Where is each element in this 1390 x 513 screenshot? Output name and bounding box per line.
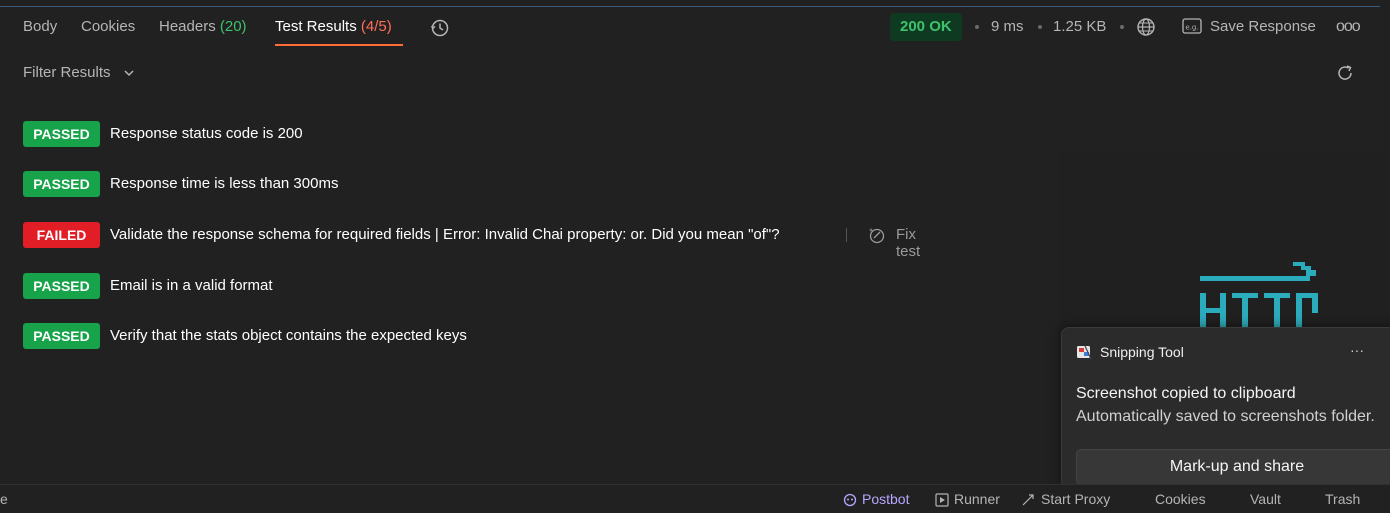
status-passed-badge: PASSED xyxy=(23,171,100,197)
more-options-icon[interactable]: ooo xyxy=(1336,18,1361,36)
example-icon[interactable]: e.g. xyxy=(1182,18,1202,34)
vault-button[interactable]: Vault xyxy=(1250,491,1281,507)
proxy-icon[interactable] xyxy=(1021,493,1035,507)
notification-app-name: Snipping Tool xyxy=(1100,344,1184,360)
active-tab-indicator xyxy=(275,44,403,46)
http-logo-icon xyxy=(1200,262,1318,328)
svg-text:e.g.: e.g. xyxy=(1185,24,1198,32)
test-name: Response time is less than 300ms xyxy=(110,175,339,192)
status-bar-left-text: e xyxy=(0,491,8,507)
status-passed-badge: PASSED xyxy=(23,323,100,349)
filter-results-dropdown[interactable]: Filter Results xyxy=(23,64,111,81)
notification-body: Automatically saved to screenshots folde… xyxy=(1076,408,1375,425)
test-name: Validate the response schema for require… xyxy=(110,226,780,243)
tab-test-results-label: Test Results xyxy=(275,18,357,35)
tab-test-results-count: (4/5) xyxy=(360,18,392,35)
test-name: Email is in a valid format xyxy=(110,277,273,294)
top-divider xyxy=(0,6,1380,7)
status-passed-badge: PASSED xyxy=(23,273,100,299)
trash-button[interactable]: Trash xyxy=(1325,491,1360,507)
tab-cookies[interactable]: Cookies xyxy=(81,18,135,35)
magic-wand-icon[interactable] xyxy=(868,226,886,244)
mark-up-and-share-button[interactable]: Mark-up and share xyxy=(1076,449,1390,485)
response-size: 1.25 KB xyxy=(1053,18,1107,35)
tab-headers[interactable]: Headers (20) xyxy=(159,18,247,35)
cookies-button[interactable]: Cookies xyxy=(1155,491,1206,507)
fix-test-button[interactable]: Fix test xyxy=(896,226,920,260)
save-response-button[interactable]: Save Response xyxy=(1210,18,1316,35)
history-icon[interactable] xyxy=(430,18,450,38)
response-time: 9 ms xyxy=(991,18,1024,35)
notification-title: Screenshot copied to clipboard xyxy=(1076,385,1296,402)
tab-headers-label: Headers xyxy=(159,18,216,35)
tab-headers-count: (20) xyxy=(219,18,247,35)
separator-dot xyxy=(1038,25,1042,29)
postbot-button[interactable]: Postbot xyxy=(862,491,909,507)
test-name: Response status code is 200 xyxy=(110,125,303,142)
tab-test-results[interactable]: Test Results (4/5) xyxy=(275,18,392,35)
status-failed-badge: FAILED xyxy=(23,222,100,248)
runner-icon[interactable] xyxy=(935,493,949,507)
separator-dot xyxy=(1120,25,1124,29)
chevron-down-icon[interactable] xyxy=(122,66,136,80)
runner-button[interactable]: Runner xyxy=(954,491,1000,507)
snipping-tool-notification: Snipping Tool ··· Screenshot copied to c… xyxy=(1061,327,1390,489)
notification-more-icon[interactable]: ··· xyxy=(1350,342,1364,358)
globe-icon[interactable] xyxy=(1136,17,1156,37)
divider xyxy=(846,228,847,242)
start-proxy-button[interactable]: Start Proxy xyxy=(1041,491,1110,507)
status-bar: e Postbot Runner Start Proxy Cookies Vau… xyxy=(0,484,1390,513)
refresh-icon[interactable] xyxy=(1335,63,1355,83)
status-badge: 200 OK xyxy=(890,13,962,41)
postbot-icon[interactable] xyxy=(843,493,857,507)
test-name: Verify that the stats object contains th… xyxy=(110,327,467,344)
status-passed-badge: PASSED xyxy=(23,121,100,147)
snipping-tool-icon xyxy=(1077,345,1092,360)
tab-body[interactable]: Body xyxy=(23,18,57,35)
separator-dot xyxy=(975,25,979,29)
